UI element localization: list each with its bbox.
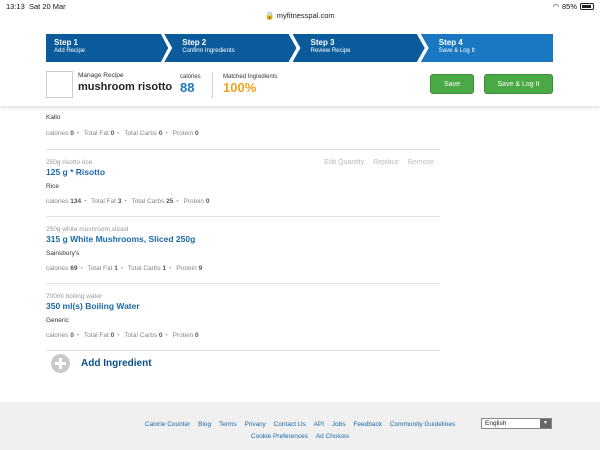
battery-icon xyxy=(580,3,594,10)
wizard-steps: Step 1 Add Recipe Step 2 Confirm Ingredi… xyxy=(46,34,553,62)
remove-link[interactable]: Remove xyxy=(408,159,434,166)
footer-link-cookie-preferences[interactable]: Cookie Preferences xyxy=(251,433,308,440)
footer-link-community-guidelines[interactable]: Community Guidelines xyxy=(390,421,455,428)
step-label: Confirm Ingredients xyxy=(182,48,235,54)
edit-quantity-link[interactable]: Edit Quantity xyxy=(324,159,364,166)
footer-link-terms[interactable]: Terms xyxy=(219,421,237,428)
status-icons: ◠ 85% xyxy=(552,2,594,11)
address-bar[interactable]: 🔒 myfitnesspal.com xyxy=(0,11,600,20)
step-label: Add Recipe xyxy=(54,48,86,54)
step-confirm-ingredients[interactable]: Step 2 Confirm Ingredients xyxy=(164,34,297,62)
url-text: myfitnesspal.com xyxy=(276,11,335,20)
step-save-log[interactable]: Step 4 Save & Log It xyxy=(420,34,553,62)
manage-recipe-label: Manage Recipe xyxy=(78,72,124,79)
footer-link-feedback[interactable]: Feedback xyxy=(353,421,382,428)
footer-link-blog[interactable]: Blog xyxy=(198,421,211,428)
wifi-icon: ◠ xyxy=(552,2,559,11)
ingredient-brand: Rice xyxy=(46,183,60,190)
ingredient-title[interactable]: 350 ml(s) Boiling Water xyxy=(46,301,140,311)
footer-link-calorie-counter[interactable]: Calorie Counter xyxy=(145,421,191,428)
footer: Calorie Counter Blog Terms Privacy Conta… xyxy=(0,402,600,450)
replace-link[interactable]: Replace xyxy=(373,159,399,166)
ingredient-actions: Edit Quantity Replace Remove xyxy=(324,159,434,166)
ingredient-macros: calories 134 • Total Fat 3 • Total Carbs 2… xyxy=(46,198,210,205)
step-label: Review Recipe xyxy=(310,48,351,54)
footer-link-contact-us[interactable]: Contact Us xyxy=(274,421,306,428)
ingredient-title[interactable]: 315 g White Mushrooms, Sliced 250g xyxy=(46,234,195,244)
ingredient-original-text: 700ml boiling water xyxy=(46,293,103,300)
language-value: English xyxy=(485,420,507,427)
ingredient-original-text: 250g risotto rice xyxy=(46,159,93,166)
list-item: 250g risotto rice Edit Quantity Replace … xyxy=(46,150,440,217)
recipe-name: mushroom risotto xyxy=(78,81,173,93)
add-ingredient-label: Add Ingredient xyxy=(81,358,152,369)
battery-fill xyxy=(582,5,591,8)
step-number: Step 3 xyxy=(310,38,335,47)
save-button[interactable]: Save xyxy=(430,74,474,94)
ingredient-brand: Kallo xyxy=(46,114,61,121)
clock-date: Sat 20 Mar xyxy=(29,2,66,11)
battery-percent: 85% xyxy=(561,2,577,11)
step-number: Step 1 xyxy=(54,38,79,47)
ingredient-brand: Generic xyxy=(46,317,69,324)
ingredient-original-text: 250g white mushroom,sliced xyxy=(46,226,129,233)
footer-link-api[interactable]: API xyxy=(314,421,324,428)
calories-value: 88 xyxy=(180,80,195,95)
ingredient-macros: calories 0 • Total Fat 0 • Total Carbs 0 • … xyxy=(46,130,199,137)
language-select[interactable]: English ▼ xyxy=(481,418,552,429)
recipe-header: Manage Recipe mushroom risotto calories … xyxy=(0,64,600,106)
ingredient-macros: calories 0 • Total Fat 0 • Total Carbs 0 • … xyxy=(46,332,199,339)
plus-circle-icon xyxy=(51,354,70,373)
footer-links: Calorie Counter Blog Terms Privacy Conta… xyxy=(140,419,460,443)
lock-icon: 🔒 xyxy=(265,11,275,20)
list-item: Kallo calories 0 • Total Fat 0 • Total Car… xyxy=(46,106,440,150)
save-and-log-button[interactable]: Save & Log It xyxy=(484,74,553,94)
ingredient-macros: calories 69 • Total Fat 1 • Total Carbs 1 •… xyxy=(46,265,203,272)
list-item: 700ml boiling water 350 ml(s) Boiling Wa… xyxy=(46,284,440,351)
matched-ingredients-value: 100% xyxy=(223,80,257,95)
footer-link-ad-choices[interactable]: Ad Choices xyxy=(316,433,349,440)
add-ingredient-button[interactable]: Add Ingredient xyxy=(51,354,152,373)
footer-link-jobs[interactable]: Jobs xyxy=(332,421,346,428)
recipe-photo-placeholder[interactable] xyxy=(46,71,73,98)
step-number: Step 2 xyxy=(182,38,207,47)
ios-status-bar: 13:13 Sat 20 Mar 🔒 myfitnesspal.com ◠ 85… xyxy=(0,0,600,20)
ingredient-brand: Sainsbury's xyxy=(46,250,80,257)
list-item: 250g white mushroom,sliced 315 g White M… xyxy=(46,217,440,284)
clock-time: 13:13 xyxy=(6,2,25,11)
step-number: Step 4 xyxy=(438,38,463,47)
ingredient-title[interactable]: 125 g * Risotto xyxy=(46,167,105,177)
step-label: Save & Log It xyxy=(438,48,475,54)
step-review-recipe[interactable]: Step 3 Review Recipe xyxy=(292,34,425,62)
footer-link-privacy[interactable]: Privacy xyxy=(245,421,266,428)
header-divider xyxy=(212,72,213,98)
ingredient-list: Kallo calories 0 • Total Fat 0 • Total Car… xyxy=(46,106,440,351)
step-add-recipe[interactable]: Step 1 Add Recipe xyxy=(46,34,169,62)
chevron-down-icon: ▼ xyxy=(540,419,551,428)
